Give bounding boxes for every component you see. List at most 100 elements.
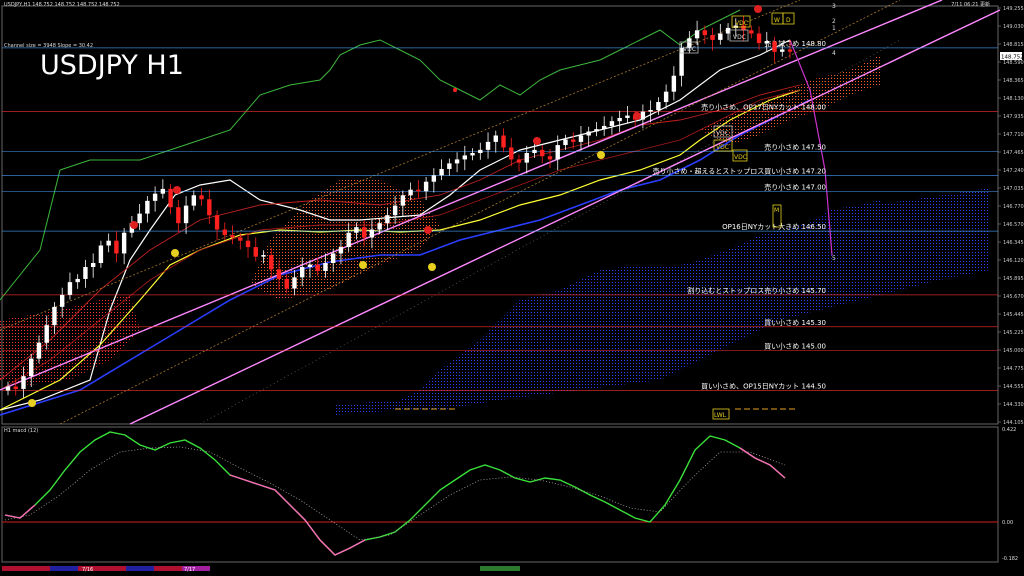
y-tick-label: 144.330 bbox=[1003, 402, 1024, 408]
candle-body bbox=[59, 294, 65, 307]
candle-body bbox=[106, 240, 111, 246]
price-level-label: 売り小さめ、OP17日NYカット 148.00 bbox=[701, 103, 826, 112]
candle-body bbox=[222, 229, 227, 236]
badge-text: M bbox=[774, 207, 779, 214]
y-tick-label: 145.445 bbox=[1003, 312, 1024, 318]
bottom-date-bar: 7/16 7/17 bbox=[2, 566, 520, 573]
candle-body bbox=[338, 247, 344, 254]
date-label: 7/17 bbox=[184, 567, 195, 573]
candle-body bbox=[36, 342, 42, 359]
chart-svg: 売り試さめ 148.80売り小さめ、OP17日NYカット 148.00売り小さめ… bbox=[0, 0, 1024, 573]
candle-body bbox=[787, 49, 793, 52]
candle-body bbox=[245, 240, 251, 248]
price-level-label: 買い小さめ 145.00 bbox=[764, 342, 826, 351]
candle-body bbox=[694, 30, 700, 39]
current-price-text: 148.752 bbox=[1001, 55, 1024, 61]
candle-body bbox=[152, 193, 158, 201]
fractal-down-marker bbox=[428, 263, 436, 271]
fractal-up-marker bbox=[633, 112, 641, 120]
candle-body bbox=[609, 121, 615, 126]
candle-body bbox=[392, 205, 398, 216]
candle-body bbox=[601, 125, 607, 130]
price-level-label: 売り小さめ 147.50 bbox=[764, 142, 826, 151]
channel-number: 1 bbox=[832, 25, 836, 32]
macd-negative-overlay bbox=[739, 447, 786, 479]
fractal-down-marker bbox=[453, 88, 457, 92]
y-tick-label: 146.120 bbox=[1003, 258, 1024, 264]
badge-text: W bbox=[774, 17, 780, 24]
candle-body bbox=[21, 376, 26, 389]
candle-body bbox=[462, 155, 468, 160]
channel-info: Channel size = 3948 Slope = 30.42 bbox=[4, 43, 93, 49]
y-tick-label: 147.935 bbox=[1003, 114, 1024, 120]
candle-body bbox=[485, 141, 491, 150]
y-tick-label: 145.895 bbox=[1003, 276, 1024, 282]
candle-body bbox=[625, 115, 630, 118]
candle-body bbox=[756, 33, 762, 44]
y-tick-label: 144.775 bbox=[1003, 366, 1024, 372]
candle-body bbox=[315, 264, 320, 271]
macd-scale-zero: 0.00 bbox=[1002, 520, 1013, 526]
candle-body bbox=[431, 175, 437, 182]
y-tick-label: 145.225 bbox=[1003, 330, 1024, 336]
badge-text: VDC bbox=[716, 144, 729, 151]
candle-body bbox=[90, 263, 96, 267]
candle-body bbox=[276, 269, 282, 279]
macd-line bbox=[4, 431, 786, 556]
macd-label: H1 macd (12) bbox=[4, 428, 38, 434]
price-level-label: 売り小さめ・超えるとストップロス買い小さめ 147.20 bbox=[652, 166, 826, 175]
candle-body bbox=[67, 282, 73, 295]
channel-number: 5 bbox=[832, 255, 836, 262]
candle-body bbox=[702, 30, 708, 36]
candle-body bbox=[284, 278, 289, 289]
candle-body bbox=[516, 159, 522, 163]
candle-body bbox=[555, 145, 560, 160]
fractal-up-marker bbox=[424, 226, 432, 234]
y-tick-label: 144.555 bbox=[1003, 384, 1024, 390]
price-level-label: 割り込むとストップロス売り小さめ 145.70 bbox=[687, 286, 826, 295]
candle-body bbox=[160, 188, 166, 194]
channel-number: 3 bbox=[832, 3, 836, 10]
candle-body bbox=[238, 237, 243, 241]
candle-body bbox=[772, 41, 777, 52]
y-tick-label: 148.590 bbox=[1003, 60, 1024, 66]
candle-body bbox=[230, 235, 235, 238]
candle-body bbox=[330, 253, 336, 264]
candle-body bbox=[710, 35, 715, 40]
y-tick-label: 145.000 bbox=[1003, 348, 1024, 354]
candle-body bbox=[261, 255, 266, 257]
candle-body bbox=[501, 135, 506, 148]
candle-body bbox=[361, 227, 367, 238]
candle-body bbox=[478, 149, 483, 154]
badge-text: D bbox=[786, 17, 791, 24]
candle-body bbox=[5, 386, 11, 391]
fractal-down-marker bbox=[28, 399, 36, 407]
y-tick-label: 146.345 bbox=[1003, 240, 1024, 246]
chart-big-title: USDJPY H1 bbox=[40, 50, 184, 81]
price-level-label: 買い小さめ、OP15日NYカット 144.50 bbox=[701, 382, 826, 391]
candle-body bbox=[540, 149, 545, 157]
y-axis: 149.255 149.030 148.815 148.590 148.365 148.1… bbox=[998, 6, 1024, 426]
fractal-down-marker bbox=[359, 261, 367, 269]
candle-body bbox=[307, 264, 313, 267]
fractal-down-marker bbox=[171, 249, 179, 257]
badge-text: LWL bbox=[714, 412, 727, 419]
y-tick-label: 147.240 bbox=[1003, 168, 1024, 174]
candle-body bbox=[114, 240, 119, 254]
candle-body bbox=[83, 266, 88, 279]
candle-body bbox=[52, 306, 57, 326]
y-tick-label: 147.710 bbox=[1003, 132, 1024, 138]
y-tick-label: 147.465 bbox=[1003, 150, 1024, 156]
candle-body bbox=[439, 168, 444, 176]
y-tick-label: 148.815 bbox=[1003, 42, 1024, 48]
y-tick-label: 146.770 bbox=[1003, 204, 1024, 210]
fractal-up-marker bbox=[754, 5, 762, 13]
candle-body bbox=[640, 111, 646, 120]
candle-body bbox=[408, 189, 413, 196]
candle-body bbox=[656, 102, 661, 111]
candle-body bbox=[571, 139, 576, 142]
candle-body bbox=[176, 207, 181, 224]
y-tick-label: 145.670 bbox=[1003, 294, 1024, 300]
candle-body bbox=[423, 181, 429, 192]
candle-body bbox=[44, 325, 49, 343]
